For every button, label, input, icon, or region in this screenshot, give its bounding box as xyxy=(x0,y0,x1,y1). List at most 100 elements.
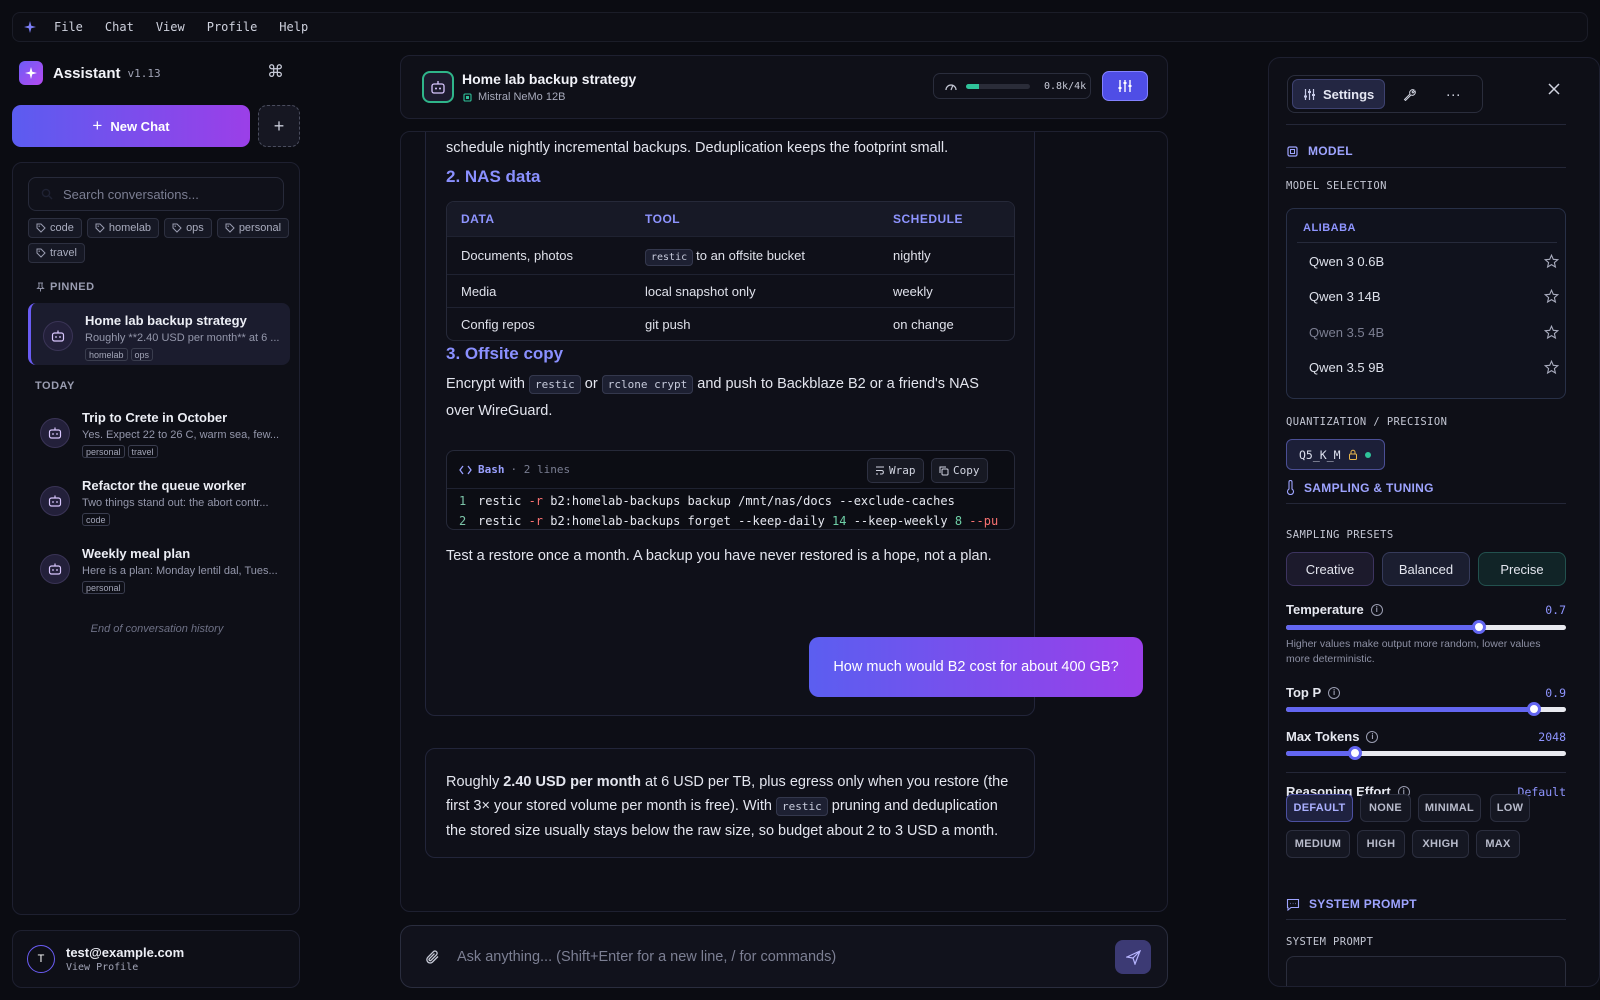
chip-icon xyxy=(1287,145,1298,157)
close-icon[interactable] xyxy=(1547,82,1561,96)
context-usage-bar xyxy=(966,83,1030,89)
top-p-slider[interactable] xyxy=(1286,702,1566,716)
table-row: Documents, photos restic to an offsite buc… xyxy=(447,236,1014,274)
message-composer[interactable]: Ask anything... (Shift+Enter for a new l… xyxy=(400,925,1168,988)
code-block-header: Bash · 2 lines Wrap Copy xyxy=(447,451,1014,489)
menu-file[interactable]: File xyxy=(43,20,94,34)
reasoning-option-medium[interactable]: MEDIUM xyxy=(1286,830,1350,858)
app-name: Assistant xyxy=(53,64,121,82)
search-input[interactable]: Search conversations... xyxy=(28,177,284,211)
tab-tools[interactable] xyxy=(1389,79,1429,109)
app-brand: Assistant v1.13 ⌘ xyxy=(19,60,299,86)
menu-chat[interactable]: Chat xyxy=(94,20,145,34)
tag-icon xyxy=(36,223,46,233)
tuning-toggle-button[interactable] xyxy=(1102,71,1148,101)
reasoning-option-none[interactable]: NONE xyxy=(1360,794,1411,822)
star-icon[interactable] xyxy=(1544,289,1559,304)
max-tokens-label: Max Tokens i xyxy=(1286,729,1379,744)
view-profile-link[interactable]: View Profile xyxy=(66,962,184,973)
tag-filter[interactable]: travel xyxy=(28,243,85,263)
model-name: Qwen 3 0.6B xyxy=(1309,253,1385,269)
tab-settings[interactable]: Settings xyxy=(1292,79,1386,109)
context-usage-meter: 0.8k/4k xyxy=(933,73,1091,99)
plus-icon: + xyxy=(273,115,285,136)
table-cell: Media xyxy=(461,283,497,299)
temperature-hint: Higher values make output more random, l… xyxy=(1286,638,1541,665)
conversation-item[interactable]: Trip to Crete in October Yes. Expect 22 t… xyxy=(28,400,290,462)
star-icon[interactable] xyxy=(1544,360,1559,375)
model-option[interactable]: Qwen 3 0.6B xyxy=(1309,248,1559,274)
conversation-item[interactable]: Home lab backup strategy Roughly **2.40 U… xyxy=(28,303,290,365)
conversation-preview: Roughly **2.40 USD per month** at 6 ... xyxy=(85,332,280,344)
max-tokens-slider[interactable] xyxy=(1286,746,1566,760)
temperature-value: 0.7 xyxy=(1545,603,1566,617)
copy-button[interactable]: Copy xyxy=(931,458,988,483)
star-icon[interactable] xyxy=(1544,324,1559,340)
menu-profile[interactable]: Profile xyxy=(196,20,269,34)
tag-filter[interactable]: ops xyxy=(164,218,212,238)
add-folder-button[interactable]: + xyxy=(258,105,300,147)
table-row: Media local snapshot only weekly xyxy=(447,274,1014,307)
reasoning-option-xhigh[interactable]: XHIGH xyxy=(1412,830,1469,858)
quantization-value: Q5_K_M xyxy=(1299,447,1341,462)
preset-precise-button[interactable]: Precise xyxy=(1478,552,1566,586)
tag-filter[interactable]: personal xyxy=(216,218,290,238)
model-option[interactable]: Qwen 3 14B xyxy=(1309,284,1559,310)
code-language: Bash xyxy=(478,463,505,476)
send-button[interactable] xyxy=(1115,940,1151,974)
bot-avatar-icon xyxy=(43,321,73,351)
conversation-item[interactable]: Weekly meal plan Here is a plan: Monday l… xyxy=(28,536,290,598)
tag-filter[interactable]: code xyxy=(28,218,82,238)
send-icon xyxy=(1125,949,1141,965)
model-option[interactable]: Qwen 3.5 9B xyxy=(1309,355,1559,381)
system-prompt-input[interactable] xyxy=(1286,956,1566,986)
command-icon[interactable]: ⌘ xyxy=(267,62,284,82)
quantization-selector[interactable]: Q5_K_M xyxy=(1286,439,1385,470)
tag-filter[interactable]: homelab xyxy=(86,218,160,238)
inline-code: restic xyxy=(529,375,581,394)
slider-handle[interactable] xyxy=(1526,702,1541,716)
reasoning-option-low[interactable]: LOW xyxy=(1490,794,1530,822)
user-profile-card[interactable]: T test@example.com View Profile xyxy=(12,930,300,988)
bot-avatar-icon xyxy=(40,486,70,516)
model-selection-list: ALIBABA Qwen 3 0.6B Qwen 3 14B Qwen 3.5 4B… xyxy=(1286,208,1566,399)
wrap-button[interactable]: Wrap xyxy=(867,458,924,483)
info-icon[interactable]: i xyxy=(1328,686,1341,699)
conversation-title: Weekly meal plan xyxy=(82,546,191,561)
system-prompt-section-header: SYSTEM PROMPT xyxy=(1286,897,1417,911)
table-cell: weekly xyxy=(893,283,933,299)
conversation-tag: personal xyxy=(82,445,125,458)
preset-balanced-button[interactable]: Balanced xyxy=(1382,552,1470,586)
conversation-item[interactable]: Refactor the queue worker Two things stan… xyxy=(28,468,290,530)
reasoning-option-minimal[interactable]: MINIMAL xyxy=(1418,794,1481,822)
new-chat-button[interactable]: + New Chat xyxy=(12,105,250,147)
table-cell: on change xyxy=(893,316,954,332)
status-dot xyxy=(1364,451,1371,458)
context-usage-label: 0.8k/4k xyxy=(1044,80,1087,92)
star-icon[interactable] xyxy=(1544,253,1559,269)
sliders-icon xyxy=(1304,88,1315,100)
new-chat-label: New Chat xyxy=(110,118,170,134)
pinned-section-label: PINNED xyxy=(36,281,95,293)
paperclip-icon[interactable] xyxy=(425,949,441,965)
info-icon[interactable]: i xyxy=(1370,603,1383,616)
reasoning-option-max[interactable]: MAX xyxy=(1476,830,1520,858)
slider-handle[interactable] xyxy=(1347,746,1362,760)
menu-help[interactable]: Help xyxy=(268,20,319,34)
reasoning-option-default[interactable]: DEFAULT xyxy=(1286,794,1353,822)
reasoning-option-high[interactable]: HIGH xyxy=(1357,830,1405,858)
info-icon[interactable]: i xyxy=(1366,730,1379,743)
temperature-slider[interactable] xyxy=(1286,620,1566,634)
divider xyxy=(1286,772,1566,773)
chat-model[interactable]: Mistral NeMo 12B xyxy=(462,91,565,103)
model-option[interactable]: Qwen 3.5 4B xyxy=(1309,319,1559,345)
tab-more-icon[interactable]: ··· xyxy=(1433,79,1473,109)
preset-creative-button[interactable]: Creative xyxy=(1286,552,1374,586)
table-cell: Documents, photos xyxy=(461,248,574,263)
slider-handle[interactable] xyxy=(1472,620,1487,634)
menu-view[interactable]: View xyxy=(145,20,196,34)
conversation-area: schedule nightly incremental backups. De… xyxy=(400,131,1168,912)
settings-panel: Settings ··· MODEL MODEL SELECTION ALIBA… xyxy=(1268,57,1600,987)
composer-input[interactable]: Ask anything... (Shift+Enter for a new l… xyxy=(457,949,836,965)
temperature-label: Temperature i xyxy=(1286,602,1383,617)
